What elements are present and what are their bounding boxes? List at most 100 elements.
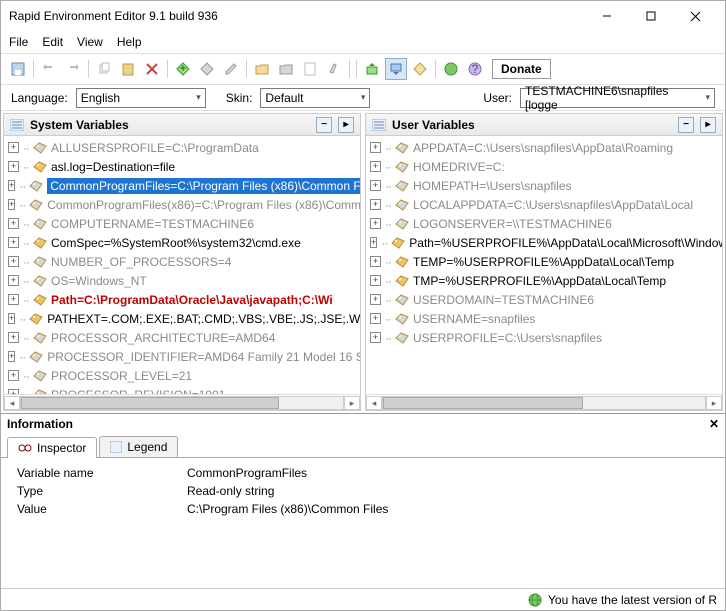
expand-icon[interactable]: +	[8, 370, 19, 381]
variable-text: USERPROFILE=C:\Users\snapfiles	[413, 331, 602, 345]
variable-tag-icon	[29, 199, 43, 211]
tree-row[interactable]: +··Path=C:\ProgramData\Oracle\Java\javap…	[4, 290, 360, 309]
language-select[interactable]: English▾	[76, 88, 206, 108]
add-var-icon[interactable]: +	[172, 58, 194, 80]
expand-icon[interactable]: +	[370, 161, 381, 172]
collapse-button[interactable]: −	[316, 117, 332, 133]
restore-icon[interactable]	[385, 58, 407, 80]
help-icon[interactable]: ?	[464, 58, 486, 80]
tree-row[interactable]: +··ComSpec=%SystemRoot%\system32\cmd.exe	[4, 233, 360, 252]
expand-icon[interactable]: +	[370, 237, 377, 248]
tree-row[interactable]: +··CommonProgramFiles(x86)=C:\Program Fi…	[4, 195, 360, 214]
tree-row[interactable]: +··USERDOMAIN=TESTMACHINE6	[366, 290, 722, 309]
info-title: Information	[7, 417, 73, 431]
add-value-icon[interactable]	[196, 58, 218, 80]
close-button[interactable]	[673, 2, 717, 30]
tab-inspector[interactable]: Inspector	[7, 437, 97, 458]
collapse-button[interactable]: −	[678, 117, 694, 133]
properties-icon[interactable]	[299, 58, 321, 80]
tree-row[interactable]: +··PATHEXT=.COM;.EXE;.BAT;.CMD;.VBS;.VBE…	[4, 309, 360, 328]
expand-icon[interactable]: +	[370, 294, 381, 305]
scroll-track[interactable]	[382, 396, 706, 410]
tree-row[interactable]: +··APPDATA=C:\Users\snapfiles\AppData\Ro…	[366, 138, 722, 157]
expand-button[interactable]: ▸	[338, 117, 354, 133]
tag-icon[interactable]	[409, 58, 431, 80]
donate-button[interactable]: Donate	[492, 59, 551, 79]
save-icon[interactable]	[7, 58, 29, 80]
scroll-right-icon[interactable]: ▸	[706, 396, 722, 410]
expand-icon[interactable]: +	[370, 256, 381, 267]
undo-icon[interactable]	[38, 58, 60, 80]
tree-row[interactable]: +··CommonProgramFiles=C:\Program Files (…	[4, 176, 360, 195]
expand-icon[interactable]: +	[8, 275, 19, 286]
tree-row[interactable]: +··OS=Windows_NT	[4, 271, 360, 290]
scroll-track[interactable]	[20, 396, 344, 410]
tree-row[interactable]: +··USERPROFILE=C:\Users\snapfiles	[366, 328, 722, 347]
maximize-button[interactable]	[629, 2, 673, 30]
open-file-icon[interactable]	[275, 58, 297, 80]
expand-icon[interactable]: +	[8, 142, 19, 153]
system-scrollbar[interactable]: ◂ ▸	[4, 394, 360, 410]
check-updates-icon[interactable]	[440, 58, 462, 80]
expand-icon[interactable]: +	[370, 313, 381, 324]
backup-icon[interactable]	[361, 58, 383, 80]
open-folder-icon[interactable]	[251, 58, 273, 80]
cleanup-icon[interactable]	[323, 58, 345, 80]
close-icon[interactable]: ✕	[709, 417, 719, 431]
expand-icon[interactable]: +	[8, 294, 19, 305]
tree-row[interactable]: +··TEMP=%USERPROFILE%\AppData\Local\Temp	[366, 252, 722, 271]
menu-view[interactable]: View	[77, 35, 103, 49]
expand-icon[interactable]: +	[8, 313, 15, 324]
tree-row[interactable]: +··ALLUSERSPROFILE=C:\ProgramData	[4, 138, 360, 157]
user-scrollbar[interactable]: ◂ ▸	[366, 394, 722, 410]
expand-icon[interactable]: +	[8, 199, 15, 210]
tree-row[interactable]: +··PROCESSOR_ARCHITECTURE=AMD64	[4, 328, 360, 347]
scroll-left-icon[interactable]: ◂	[366, 396, 382, 410]
scroll-left-icon[interactable]: ◂	[4, 396, 20, 410]
expand-icon[interactable]: +	[8, 161, 19, 172]
expand-icon[interactable]: +	[370, 275, 381, 286]
tree-row[interactable]: +··LOGONSERVER=\\TESTMACHINE6	[366, 214, 722, 233]
expand-icon[interactable]: +	[370, 142, 381, 153]
menu-file[interactable]: File	[9, 35, 28, 49]
expand-icon[interactable]: +	[370, 218, 381, 229]
copy-icon[interactable]	[93, 58, 115, 80]
delete-icon[interactable]	[141, 58, 163, 80]
expand-button[interactable]: ▸	[700, 117, 716, 133]
system-tree[interactable]: +··ALLUSERSPROFILE=C:\ProgramData+··asl.…	[4, 136, 360, 394]
tree-row[interactable]: +··HOMEDRIVE=C:	[366, 157, 722, 176]
tree-row[interactable]: +··USERNAME=snapfiles	[366, 309, 722, 328]
tree-row[interactable]: +··TMP=%USERPROFILE%\AppData\Local\Temp	[366, 271, 722, 290]
expand-icon[interactable]: +	[8, 237, 19, 248]
skin-select[interactable]: Default▾	[260, 88, 370, 108]
tree-row[interactable]: +··PROCESSOR_REVISION=1001	[4, 385, 360, 394]
expand-icon[interactable]: +	[370, 199, 381, 210]
paste-icon[interactable]	[117, 58, 139, 80]
tree-row[interactable]: +··asl.log=Destination=file	[4, 157, 360, 176]
tree-row[interactable]: +··HOMEPATH=\Users\snapfiles	[366, 176, 722, 195]
scroll-right-icon[interactable]: ▸	[344, 396, 360, 410]
expand-icon[interactable]: +	[370, 180, 381, 191]
expand-icon[interactable]: +	[8, 351, 15, 362]
user-select[interactable]: TESTMACHINE6\snapfiles [logge▾	[520, 88, 715, 108]
user-tree[interactable]: +··APPDATA=C:\Users\snapfiles\AppData\Ro…	[366, 136, 722, 394]
menu-help[interactable]: Help	[117, 35, 142, 49]
expand-icon[interactable]: +	[8, 218, 19, 229]
tab-legend[interactable]: Legend	[99, 436, 178, 457]
menu-edit[interactable]: Edit	[42, 35, 63, 49]
tree-row[interactable]: +··PROCESSOR_LEVEL=21	[4, 366, 360, 385]
redo-icon[interactable]	[62, 58, 84, 80]
minimize-button[interactable]	[585, 2, 629, 30]
expand-icon[interactable]: +	[8, 180, 15, 191]
expand-icon[interactable]: +	[8, 256, 19, 267]
tree-row[interactable]: +··NUMBER_OF_PROCESSORS=4	[4, 252, 360, 271]
tree-row[interactable]: +··COMPUTERNAME=TESTMACHINE6	[4, 214, 360, 233]
tree-row[interactable]: +··PROCESSOR_IDENTIFIER=AMD64 Family 21 …	[4, 347, 360, 366]
expand-icon[interactable]: +	[8, 332, 19, 343]
edit-icon[interactable]	[220, 58, 242, 80]
tree-row[interactable]: +··LOCALAPPDATA=C:\Users\snapfiles\AppDa…	[366, 195, 722, 214]
scroll-thumb[interactable]	[21, 397, 279, 409]
tree-row[interactable]: +··Path=%USERPROFILE%\AppData\Local\Micr…	[366, 233, 722, 252]
expand-icon[interactable]: +	[370, 332, 381, 343]
scroll-thumb[interactable]	[383, 397, 583, 409]
